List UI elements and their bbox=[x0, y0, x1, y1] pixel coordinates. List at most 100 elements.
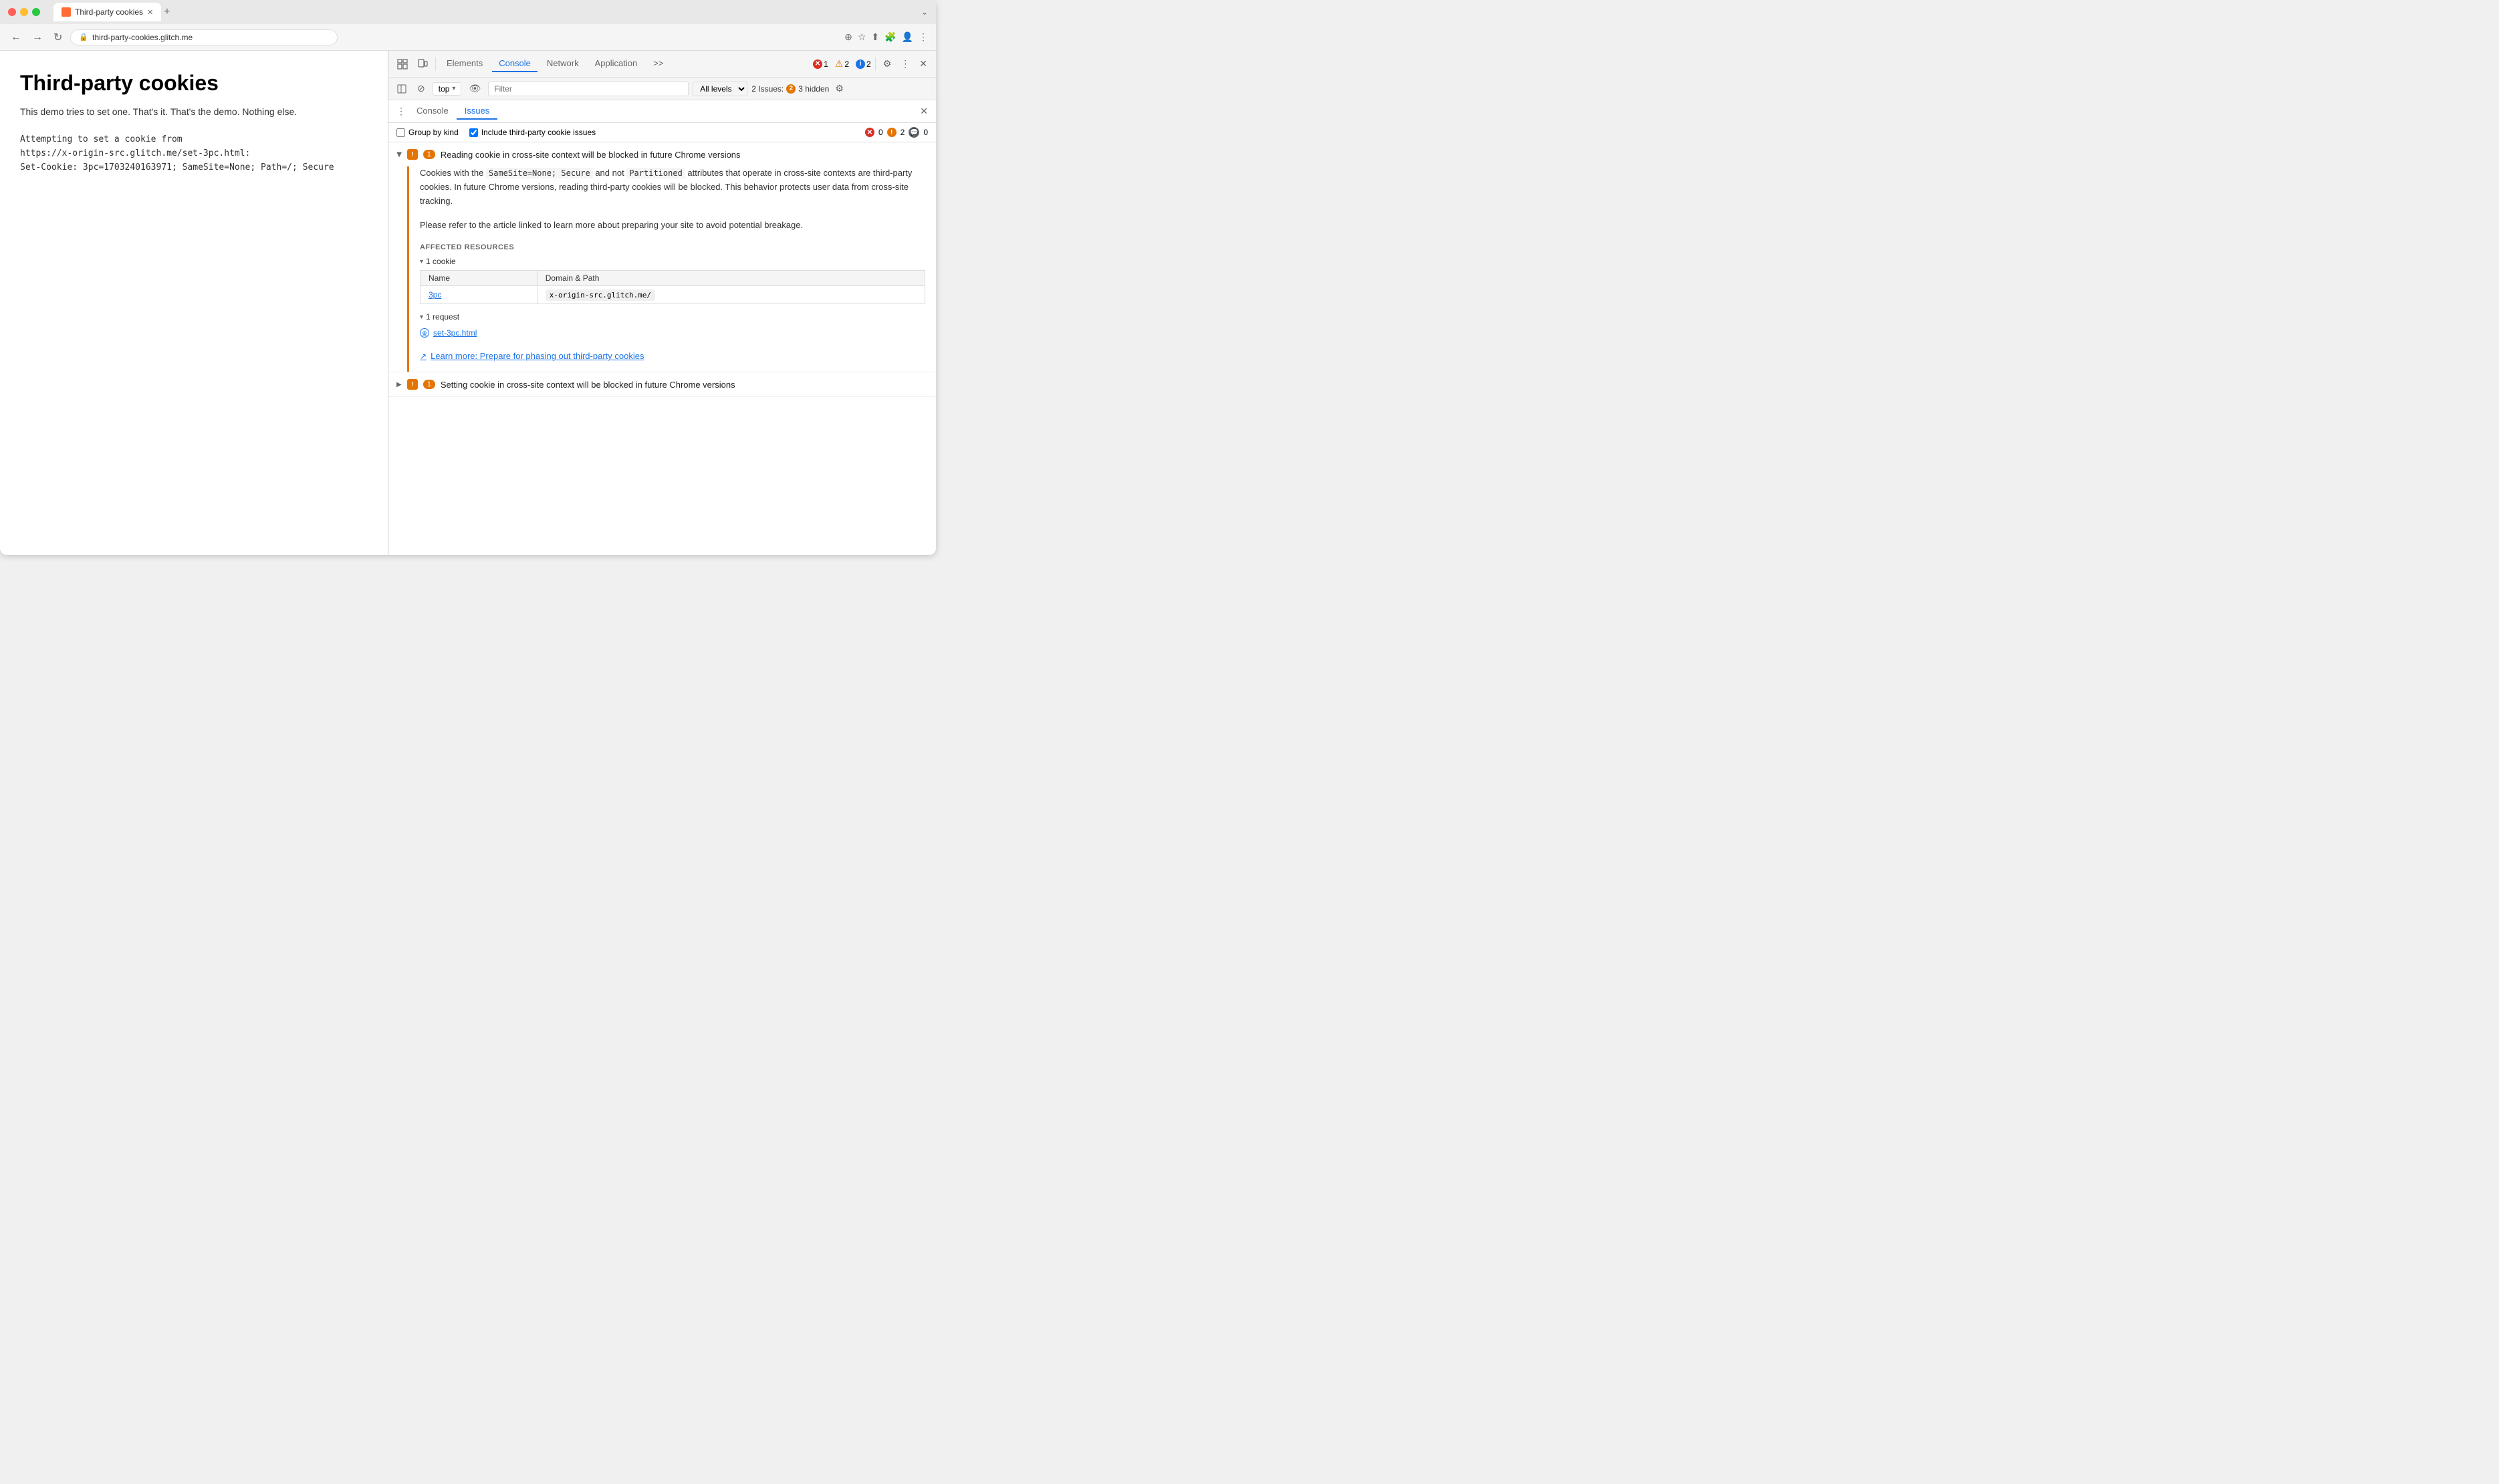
warn-count: 2 bbox=[844, 59, 849, 69]
tab-network[interactable]: Network bbox=[540, 55, 586, 72]
option-comment-count: 0 bbox=[923, 128, 928, 137]
issue-1-description: Cookies with the SameSite=None; Secure a… bbox=[420, 166, 925, 208]
nav-icons: ⊕ ☆ ⬆ 🧩 👤 ⋮ bbox=[844, 31, 928, 43]
refresh-button[interactable]: ↻ bbox=[51, 28, 65, 47]
active-tab[interactable]: Third-party cookies ✕ bbox=[53, 3, 161, 21]
group-by-kind-checkbox[interactable] bbox=[396, 128, 405, 137]
error-count: 1 bbox=[824, 59, 828, 69]
request-section-label: 1 request bbox=[426, 312, 459, 322]
request-resource-section: ▾ 1 request ⊕ set-3pc.html bbox=[420, 312, 925, 340]
issue-2-header[interactable]: ▶ ! 1 Setting cookie in cross-site conte… bbox=[388, 372, 936, 396]
info-icon: i bbox=[856, 59, 865, 69]
error-icon: ✕ bbox=[813, 59, 822, 69]
issue-item-2: ▶ ! 1 Setting cookie in cross-site conte… bbox=[388, 372, 936, 397]
frame-dropdown-arrow[interactable]: ▾ bbox=[452, 85, 455, 92]
cookie-section-arrow: ▾ bbox=[420, 258, 423, 265]
zoom-icon[interactable]: ⊕ bbox=[844, 31, 852, 43]
option-error-count: 0 bbox=[878, 128, 883, 137]
sidebar-toggle-button[interactable] bbox=[394, 82, 410, 96]
issue-item-1: ▶ ! 1 Reading cookie in cross-site conte… bbox=[388, 142, 936, 372]
affected-resources-title: AFFECTED RESOURCES bbox=[420, 243, 925, 251]
include-third-party-group: Include third-party cookie issues bbox=[469, 128, 596, 137]
collapse-icon[interactable]: ⌄ bbox=[921, 7, 928, 17]
minimize-button[interactable] bbox=[20, 8, 28, 16]
warn-icon: ⚠ bbox=[835, 58, 844, 70]
traffic-lights bbox=[8, 8, 40, 16]
issue-2-collapse-arrow: ▶ bbox=[396, 381, 402, 388]
devtools-settings-button[interactable]: ⚙ bbox=[880, 55, 895, 72]
issue-2-warn-icon: ! bbox=[407, 379, 418, 390]
option-error-icon: ✕ bbox=[865, 128, 874, 137]
console-filter-input[interactable] bbox=[488, 82, 689, 96]
request-section-header[interactable]: ▾ 1 request bbox=[420, 312, 925, 322]
share-icon[interactable]: ⬆ bbox=[871, 31, 879, 43]
option-comment-icon: 💬 bbox=[909, 127, 919, 138]
console-subtab[interactable]: Console bbox=[408, 103, 457, 120]
cookie-row-1: 3pc x-origin-src.glitch.me/ bbox=[421, 286, 925, 304]
issue-1-description-2: Please refer to the article linked to le… bbox=[420, 219, 925, 233]
include-third-party-checkbox[interactable] bbox=[469, 128, 478, 137]
devtools-close-button[interactable]: ✕ bbox=[916, 55, 931, 72]
code-line-2: https://x-origin-src.glitch.me/set-3pc.h… bbox=[20, 148, 250, 158]
issues-panel-close-button[interactable]: ✕ bbox=[917, 103, 931, 120]
extensions-icon[interactable]: 🧩 bbox=[884, 31, 896, 43]
maximize-button[interactable] bbox=[32, 8, 40, 16]
cookie-resource-section: ▾ 1 cookie Name Domain & Path bbox=[420, 257, 925, 304]
clear-console-button[interactable]: ⊘ bbox=[414, 80, 429, 97]
request-icon: ⊕ bbox=[420, 328, 429, 338]
profile-icon[interactable]: 👤 bbox=[902, 31, 913, 43]
add-tab-button[interactable]: + bbox=[164, 6, 170, 18]
issue-1-body: Cookies with the SameSite=None; Secure a… bbox=[407, 166, 936, 372]
forward-button[interactable]: → bbox=[29, 29, 45, 46]
cookie-domain-value: x-origin-src.glitch.me/ bbox=[546, 289, 655, 301]
issues-settings-button[interactable]: ⚙ bbox=[832, 80, 847, 97]
option-warn-count: 2 bbox=[901, 128, 905, 137]
issue-1-collapse-arrow: ▶ bbox=[395, 152, 402, 157]
inspect-element-button[interactable] bbox=[394, 56, 411, 72]
request-link[interactable]: set-3pc.html bbox=[433, 328, 477, 338]
content-area: Third-party cookies This demo tries to s… bbox=[0, 51, 936, 555]
issues-subtab[interactable]: Issues bbox=[457, 103, 498, 120]
cookie-table: Name Domain & Path 3pc x-origin-src.glit bbox=[420, 270, 925, 304]
title-bar: Third-party cookies ✕ + ⌄ bbox=[0, 0, 936, 24]
code-samesite: SameSite=None; Secure bbox=[486, 168, 593, 178]
star-icon[interactable]: ☆ bbox=[858, 31, 866, 43]
eye-button[interactable]: 👁 bbox=[465, 80, 484, 97]
menu-icon[interactable]: ⋮ bbox=[919, 31, 928, 43]
issues-menu-button[interactable]: ⋮ bbox=[394, 103, 408, 120]
request-item-1[interactable]: ⊕ set-3pc.html bbox=[420, 326, 925, 340]
issues-panel: ⋮ Console Issues ✕ Group by kind Include… bbox=[388, 100, 936, 555]
cookie-section-header[interactable]: ▾ 1 cookie bbox=[420, 257, 925, 266]
cookie-name-link[interactable]: 3pc bbox=[429, 290, 441, 299]
tab-label: Third-party cookies bbox=[75, 7, 143, 17]
issues-hidden-label: 3 hidden bbox=[798, 84, 829, 94]
more-tabs-button[interactable]: >> bbox=[646, 55, 670, 72]
issue-2-title: Setting cookie in cross-site context wil… bbox=[441, 380, 735, 390]
devtools-more-button[interactable]: ⋮ bbox=[897, 55, 913, 72]
tab-application[interactable]: Application bbox=[588, 55, 644, 72]
tab-console[interactable]: Console bbox=[492, 55, 538, 72]
external-link-icon: ↗ bbox=[420, 352, 427, 361]
back-button[interactable]: ← bbox=[8, 29, 24, 46]
levels-dropdown[interactable]: All levels bbox=[693, 82, 747, 96]
page-description: This demo tries to set one. That's it. T… bbox=[20, 106, 368, 117]
tab-favicon bbox=[62, 7, 71, 17]
group-by-kind-group: Group by kind bbox=[396, 128, 459, 137]
info-badge-group: i 2 bbox=[856, 59, 871, 69]
devtools-panel: Elements Console Network Application >> … bbox=[388, 51, 936, 555]
page-title: Third-party cookies bbox=[20, 71, 368, 96]
tab-elements[interactable]: Elements bbox=[440, 55, 489, 72]
device-toolbar-button[interactable] bbox=[414, 56, 431, 72]
cookie-section-label: 1 cookie bbox=[426, 257, 456, 266]
learn-more-text[interactable]: Learn more: Prepare for phasing out thir… bbox=[431, 351, 644, 361]
code-line-1: Attempting to set a cookie from bbox=[20, 134, 183, 144]
nav-bar: ← → ↻ 🔒 third-party-cookies.glitch.me ⊕ … bbox=[0, 24, 936, 51]
close-button[interactable] bbox=[8, 8, 16, 16]
learn-more-link[interactable]: ↗ Learn more: Prepare for phasing out th… bbox=[420, 351, 925, 361]
tab-close-icon[interactable]: ✕ bbox=[147, 8, 153, 17]
error-badge-group: ✕ 1 bbox=[813, 59, 828, 69]
issues-options-bar: Group by kind Include third-party cookie… bbox=[388, 123, 936, 142]
separator-2 bbox=[875, 57, 876, 71]
address-bar[interactable]: 🔒 third-party-cookies.glitch.me bbox=[70, 29, 338, 45]
issue-1-header[interactable]: ▶ ! 1 Reading cookie in cross-site conte… bbox=[388, 142, 936, 166]
